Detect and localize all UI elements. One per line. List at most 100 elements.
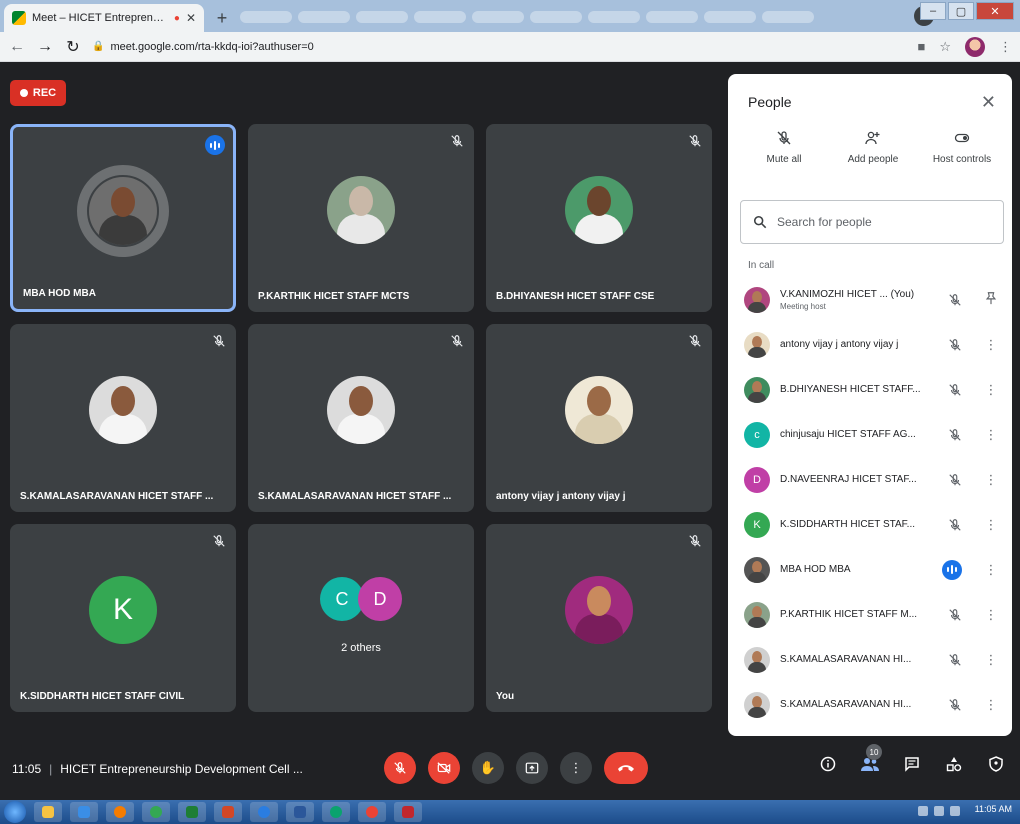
mic-off-icon[interactable] (948, 338, 962, 352)
browser-tab-meet[interactable]: Meet – HICET Entrepreneurs ● ✕ (4, 4, 204, 32)
new-tab-button[interactable]: + (210, 6, 234, 30)
participant-tile[interactable]: B.DHIYANESH HICET STAFF CSE (486, 124, 712, 312)
mic-off-icon[interactable] (948, 653, 962, 667)
taskbar-app[interactable] (106, 802, 134, 822)
taskbar-app[interactable] (358, 802, 386, 822)
meeting-details-button[interactable] (818, 754, 838, 774)
more-options-icon[interactable]: ⋮ (984, 427, 998, 443)
reload-icon[interactable]: ↻ (64, 37, 82, 57)
more-options-icon[interactable]: ⋮ (984, 652, 998, 668)
participant-tile[interactable]: CD 2 others (248, 524, 474, 712)
network-icon[interactable] (934, 806, 944, 816)
participant-tile[interactable]: MBA HOD MBA (10, 124, 236, 312)
mic-off-icon[interactable] (948, 698, 962, 712)
menu-kebab-icon[interactable]: ⋮ (999, 39, 1012, 55)
search-people-input[interactable]: Search for people (740, 200, 1004, 244)
tab-close-icon[interactable]: ✕ (186, 11, 196, 25)
mic-off-icon[interactable] (948, 383, 962, 397)
taskbar-app[interactable] (142, 802, 170, 822)
participant-tile[interactable]: P.KARTHIK HICET STAFF MCTS (248, 124, 474, 312)
participant-tile[interactable]: S.KAMALASARAVANAN HICET STAFF ... (10, 324, 236, 512)
taskbar-app[interactable] (394, 802, 422, 822)
add-people-button[interactable]: Add people (831, 130, 915, 192)
maximize-button[interactable]: ▢ (948, 2, 974, 20)
word-icon (294, 806, 306, 818)
participant-row[interactable]: P.KARTHIK HICET STAFF M... ⋮ (728, 592, 1012, 637)
participant-row[interactable]: S.KAMALASARAVANAN HI... ⋮ (728, 682, 1012, 727)
window-close-button[interactable]: ✕ (976, 2, 1014, 20)
participant-row[interactable]: B.DHIYANESH HICET STAFF... ⋮ (728, 367, 1012, 412)
participant-row[interactable]: S.KAMALASARAVANAN HI... ⋮ (728, 637, 1012, 682)
camera-icon[interactable]: ■ (917, 39, 925, 54)
mute-all-button[interactable]: Mute all (742, 130, 826, 192)
toolbar-right: ■ ☆ ⋮ (917, 36, 1012, 57)
other-tab[interactable] (646, 11, 698, 23)
mic-off-icon[interactable] (948, 518, 962, 532)
more-options-icon[interactable]: ⋮ (984, 382, 998, 398)
forward-icon[interactable]: → (36, 38, 54, 56)
address-bar[interactable]: 🔒 meet.google.com/rta-kkdq-ioi?authuser=… (92, 36, 907, 58)
taskbar-clock[interactable]: 11:05 AM (975, 804, 1012, 814)
host-controls-shield-button[interactable] (986, 754, 1006, 774)
participant-tile[interactable]: S.KAMALASARAVANAN HICET STAFF ... (248, 324, 474, 512)
other-tab[interactable] (298, 11, 350, 23)
profile-avatar[interactable] (965, 36, 985, 57)
leave-call-button[interactable] (604, 752, 648, 784)
camera-toggle-button[interactable] (428, 752, 460, 784)
taskbar-app[interactable] (250, 802, 278, 822)
more-options-icon[interactable]: ⋮ (984, 517, 998, 533)
host-controls-button[interactable]: Host controls (920, 130, 1004, 192)
participant-avatar (565, 576, 633, 645)
other-tab[interactable] (414, 11, 466, 23)
participant-row[interactable]: K K.SIDDHARTH HICET STAF... ⋮ (728, 502, 1012, 547)
mic-off-icon[interactable] (948, 293, 962, 307)
participant-tile[interactable]: K K.SIDDHARTH HICET STAFF CIVIL (10, 524, 236, 712)
taskbar-app[interactable] (322, 802, 350, 822)
taskbar-app[interactable] (70, 802, 98, 822)
minimize-button[interactable]: – (920, 2, 946, 20)
taskbar-app[interactable] (34, 802, 62, 822)
pin-icon[interactable] (984, 291, 998, 308)
call-controls: ✋ ⋮ (384, 752, 648, 784)
more-options-icon[interactable]: ⋮ (984, 607, 998, 623)
participant-name: S.KAMALASARAVANAN HI... (780, 654, 912, 665)
other-tab[interactable] (240, 11, 292, 23)
more-options-icon[interactable]: ⋮ (984, 337, 998, 353)
mic-off-icon[interactable] (948, 428, 962, 442)
other-tab[interactable] (356, 11, 408, 23)
mic-off-icon[interactable] (948, 473, 962, 487)
show-everyone-button[interactable]: 10 (860, 744, 882, 774)
taskbar-app[interactable] (214, 802, 242, 822)
close-icon[interactable]: ✕ (981, 92, 996, 113)
more-options-button[interactable]: ⋮ (560, 752, 592, 784)
back-icon[interactable]: ← (8, 38, 26, 56)
activities-button[interactable] (944, 754, 964, 774)
participant-row[interactable]: D D.NAVEENRAJ HICET STAF... ⋮ (728, 457, 1012, 502)
participant-row[interactable]: c chinjusaju HICET STAFF AG... ⋮ (728, 412, 1012, 457)
other-tab[interactable] (530, 11, 582, 23)
participant-row[interactable]: V.KANIMOZHI HICET ... (You) Meeting host (728, 277, 1012, 322)
bookmark-star-icon[interactable]: ☆ (939, 39, 951, 55)
more-options-icon[interactable]: ⋮ (984, 472, 998, 488)
more-options-icon[interactable]: ⋮ (984, 697, 998, 713)
more-options-icon[interactable]: ⋮ (984, 562, 998, 578)
other-tab[interactable] (762, 11, 814, 23)
participant-row[interactable]: MBA HOD MBA ⋮ (728, 547, 1012, 592)
participant-avatar: D (358, 577, 402, 622)
other-tab[interactable] (472, 11, 524, 23)
volume-icon[interactable] (950, 806, 960, 816)
participant-tile[interactable]: You (486, 524, 712, 712)
microphone-toggle-button[interactable] (384, 752, 416, 784)
taskbar-app[interactable] (178, 802, 206, 822)
raise-hand-button[interactable]: ✋ (472, 752, 504, 784)
taskbar-app[interactable] (286, 802, 314, 822)
present-screen-button[interactable] (516, 752, 548, 784)
participant-tile[interactable]: antony vijay j antony vijay j (486, 324, 712, 512)
participant-row[interactable]: antony vijay j antony vijay j ⋮ (728, 322, 1012, 367)
start-button[interactable] (4, 801, 26, 823)
other-tab[interactable] (588, 11, 640, 23)
tray-icon[interactable] (918, 806, 928, 816)
chat-button[interactable] (902, 754, 922, 774)
other-tab[interactable] (704, 11, 756, 23)
mic-off-icon[interactable] (948, 608, 962, 622)
